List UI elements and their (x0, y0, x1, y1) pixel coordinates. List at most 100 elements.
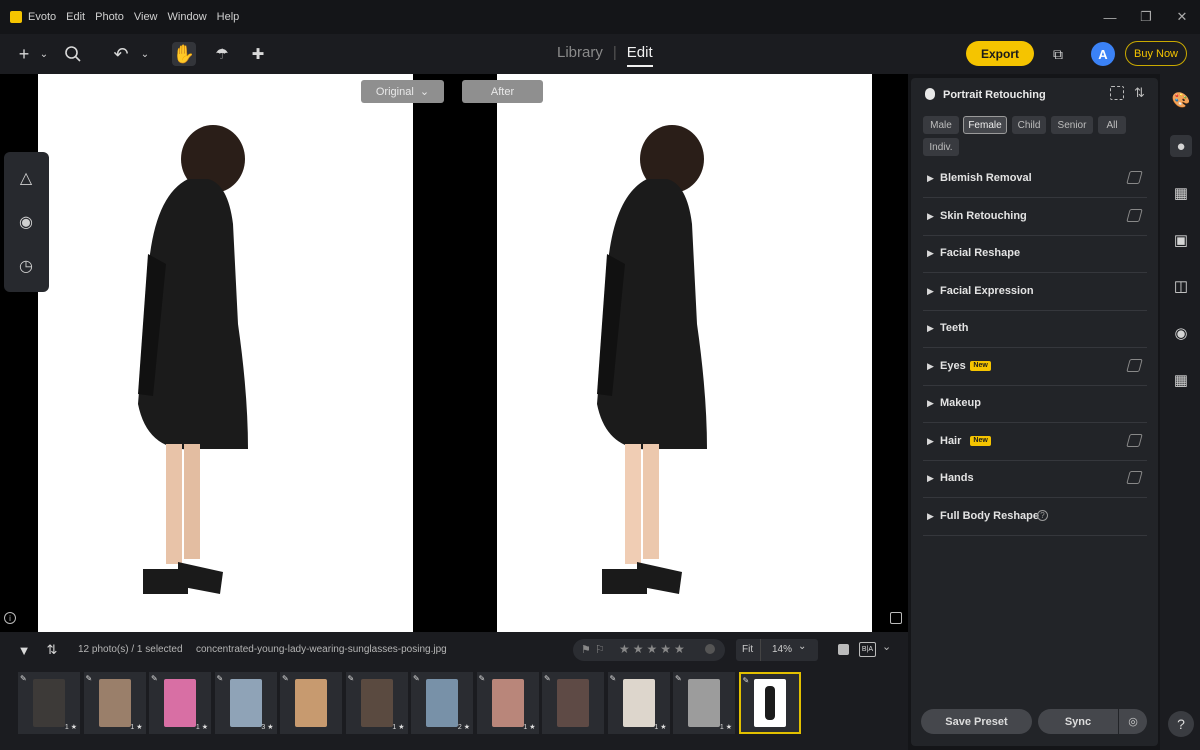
menu-photo[interactable]: Photo (95, 11, 124, 23)
thumbnail[interactable]: ✎ 1 ★ (18, 672, 80, 734)
minimize-icon[interactable]: — (1092, 0, 1128, 34)
export-button[interactable]: Export (966, 41, 1034, 66)
thumbnail[interactable]: ✎ 1 ★ (83, 672, 146, 734)
fit-button[interactable]: Fit (742, 644, 753, 655)
color-label-icon[interactable] (705, 644, 715, 654)
expand-arrow-icon[interactable]: ▶ (927, 323, 934, 334)
tab-library[interactable]: Library (557, 44, 603, 67)
crop-icon[interactable]: ◫ (1170, 275, 1192, 297)
history-icon[interactable]: ◷ (14, 254, 38, 278)
undo-history-chevron-icon[interactable]: ⌄ (133, 42, 157, 66)
section-hair[interactable]: ▶ Hair New (923, 424, 1147, 461)
eraser-icon[interactable] (1126, 171, 1143, 184)
section-teeth[interactable]: ▶ Teeth (923, 311, 1147, 348)
thumbnail[interactable]: ✎ (280, 672, 342, 734)
section-hands[interactable]: ▶ Hands (923, 461, 1147, 498)
help-circle-icon[interactable]: ? (1037, 509, 1048, 521)
chevron-down-icon[interactable]: ⌄ (798, 641, 806, 652)
portrait-icon[interactable]: ● (1170, 135, 1192, 157)
thumbnail[interactable]: ✎ 2 ★ (411, 672, 473, 734)
chevron-down-icon[interactable]: ⌄ (882, 640, 891, 653)
filter-circle-icon[interactable]: ◉ (14, 210, 38, 234)
sync-button[interactable]: Sync (1038, 709, 1118, 734)
menu-view[interactable]: View (134, 11, 158, 23)
original-dropdown[interactable]: Original ⌄ (361, 80, 444, 103)
split-view-icon[interactable] (890, 612, 902, 624)
section-makeup[interactable]: ▶ Makeup (923, 386, 1147, 423)
clothing-icon[interactable]: ▣ (1170, 229, 1192, 251)
eraser-icon[interactable] (1126, 358, 1143, 372)
section-eyes[interactable]: ▶ Eyes New (923, 349, 1147, 386)
star-rating-icon[interactable]: ★★★★★ (619, 642, 688, 656)
face-select-icon[interactable] (1110, 86, 1124, 100)
zoom-control[interactable]: Fit 14% ⌄ (736, 639, 818, 661)
expand-arrow-icon[interactable]: ▶ (927, 398, 934, 409)
section-facial-expression[interactable]: ▶ Facial Expression (923, 274, 1147, 311)
chip-female[interactable]: Female (963, 116, 1007, 134)
single-view-icon[interactable] (838, 644, 849, 655)
bandage-tool-icon[interactable]: ✚ (246, 42, 270, 66)
thumbnail[interactable]: ✎ 1 ★ (345, 672, 408, 734)
buy-now-button[interactable]: Buy Now (1125, 41, 1187, 66)
expand-arrow-icon[interactable]: ▶ (927, 473, 934, 484)
chip-child[interactable]: Child (1012, 116, 1046, 134)
app-name: Evoto (28, 11, 57, 23)
chevron-down-icon[interactable]: ⌄ (32, 42, 56, 66)
filmstrip: ▼ ⇅ 12 photo(s) / 1 selected concentrate… (0, 632, 908, 750)
eraser-icon[interactable] (1126, 433, 1143, 447)
thumbnail[interactable]: ✎ (542, 672, 604, 734)
menu-window[interactable]: Window (168, 11, 207, 23)
thumbnail[interactable]: ✎ 1 ★ (149, 672, 211, 734)
expand-arrow-icon[interactable]: ▶ (927, 361, 934, 372)
ai-landscape-icon[interactable]: △ (14, 166, 38, 190)
expand-arrow-icon[interactable]: ▶ (927, 248, 934, 259)
chip-male[interactable]: Male (923, 116, 959, 134)
section-skin-retouching[interactable]: ▶ Skin Retouching (923, 199, 1147, 236)
section-blemish-removal[interactable]: ▶ Blemish Removal (923, 161, 1147, 198)
undo-icon[interactable]: ↶ (109, 42, 133, 66)
flag-icon[interactable]: ⚑ (581, 643, 591, 656)
swap-icon[interactable]: ⇅ (1134, 85, 1145, 101)
close-icon[interactable]: ✕ (1164, 0, 1200, 34)
thumbnail[interactable]: ✎ 1 ★ (476, 672, 539, 734)
before-after-view-icon[interactable]: B|A (859, 642, 876, 657)
eraser-icon[interactable] (1126, 208, 1143, 222)
hand-tool-icon[interactable]: ✋ (172, 42, 196, 66)
thumbnail[interactable]: ✎ (738, 672, 801, 734)
tab-edit[interactable]: Edit (626, 44, 653, 67)
menu-help[interactable]: Help (217, 11, 240, 23)
section-full-body-reshape[interactable]: ▶ Full Body Reshape? (923, 499, 1147, 536)
share-icon[interactable]: ⧉ (1046, 42, 1070, 66)
thumbnail[interactable]: ✎ 3 ★ (214, 672, 277, 734)
palette-icon[interactable]: 🎨 (1170, 89, 1192, 111)
eraser-icon[interactable] (1126, 471, 1143, 484)
menu-bar: Evoto Edit Photo View Window Help — ❐ ✕ (0, 0, 1200, 34)
filter-icon[interactable]: ▼ (12, 638, 36, 662)
search-icon[interactable] (61, 42, 85, 66)
section-facial-reshape[interactable]: ▶ Facial Reshape (923, 236, 1147, 273)
save-preset-button[interactable]: Save Preset (921, 709, 1032, 734)
thumbnail[interactable]: ✎ 1 ★ (673, 672, 735, 734)
expand-arrow-icon[interactable]: ▶ (927, 436, 934, 447)
expand-arrow-icon[interactable]: ▶ (927, 211, 934, 222)
sort-icon[interactable]: ⇅ (40, 638, 64, 662)
expand-arrow-icon[interactable]: ▶ (927, 286, 934, 297)
background-icon[interactable]: ▦ (1170, 182, 1192, 204)
chip-indiv[interactable]: Indiv. (923, 138, 959, 156)
flag-reject-icon[interactable]: ⚐ (595, 643, 605, 656)
avatar[interactable]: A (1091, 42, 1115, 66)
info-icon[interactable]: i (4, 612, 16, 624)
menu-edit[interactable]: Edit (66, 11, 85, 23)
photo-canvas[interactable]: Original ⌄ After △ ◉ ◷ i (0, 74, 908, 632)
expand-arrow-icon[interactable]: ▶ (927, 173, 934, 184)
chip-senior[interactable]: Senior (1051, 116, 1093, 134)
camera-icon[interactable]: ◉ (1170, 322, 1192, 344)
restore-icon[interactable]: ❐ (1128, 0, 1164, 34)
help-icon[interactable]: ? (1168, 711, 1194, 737)
folder-icon[interactable]: ▦ (1170, 369, 1192, 391)
chip-all[interactable]: All (1098, 116, 1126, 134)
sync-options-icon[interactable]: ◎ (1119, 709, 1147, 734)
brush-tool-icon[interactable]: ☂ (210, 42, 234, 66)
thumbnail[interactable]: ✎ 1 ★ (607, 672, 670, 734)
expand-arrow-icon[interactable]: ▶ (927, 511, 934, 522)
